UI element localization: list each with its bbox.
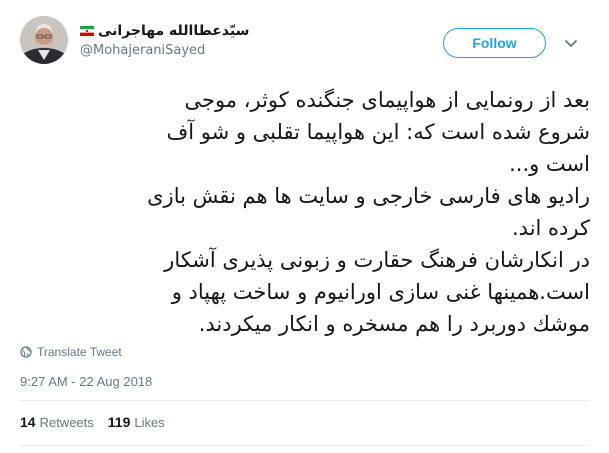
globe-icon: [20, 346, 32, 358]
divider: [20, 445, 590, 446]
tweet-timestamp[interactable]: 9:27 AM - 22 Aug 2018: [20, 374, 152, 389]
tweet-line: موشك دوربرد را هم مسخره و انكار میکردند.: [198, 312, 590, 336]
likes-stat[interactable]: 119 Likes: [108, 414, 165, 430]
display-name-text: سیّدعطاالله مهاجرانی: [98, 23, 250, 39]
follow-button[interactable]: Follow: [443, 28, 546, 58]
user-handle[interactable]: @MohajeraniSayed: [80, 43, 205, 58]
likes-label: Likes: [134, 414, 165, 430]
retweets-count: 14: [20, 414, 36, 430]
divider: [20, 400, 590, 401]
retweets-label: Retweets: [39, 414, 94, 430]
retweets-stat[interactable]: 14 Retweets: [20, 414, 94, 430]
tweet-line: در انکارشان فرهنگ حقارت و زبونی پذیری آش…: [164, 248, 590, 272]
avatar[interactable]: [20, 16, 68, 64]
translate-tweet-link[interactable]: Translate Tweet: [20, 344, 122, 360]
display-name[interactable]: سیّدعطاالله مهاجرانی: [80, 20, 249, 42]
tweet-line: شروع شده است که: این هواپیما تقلبی و شو …: [166, 120, 590, 144]
tweet-line: کرده اند.: [512, 216, 590, 240]
tweet-text: بعد از رونمایی از هواپیمای جنگنده کوثر، …: [18, 84, 590, 340]
tweet-line: رادیو های فارسی خارجی و سایت ها هم نقش ب…: [147, 184, 590, 208]
chevron-down-icon[interactable]: [563, 36, 579, 50]
translate-tweet-label: Translate Tweet: [37, 345, 122, 359]
iran-flag-icon: [80, 26, 94, 36]
tweet-card: سیّدعطاالله مهاجرانی @MohajeraniSayed Fo…: [0, 0, 609, 453]
tweet-line: است.همینها غنی سازی اورانیوم و ساخت پهپا…: [171, 280, 590, 304]
likes-count: 119: [107, 414, 131, 430]
tweet-line: بعد از رونمایی از هواپیمای جنگنده کوثر، …: [184, 88, 590, 112]
tweet-stats: 14 Retweets 119 Likes: [20, 412, 165, 432]
tweet-line: است و...: [509, 152, 590, 176]
